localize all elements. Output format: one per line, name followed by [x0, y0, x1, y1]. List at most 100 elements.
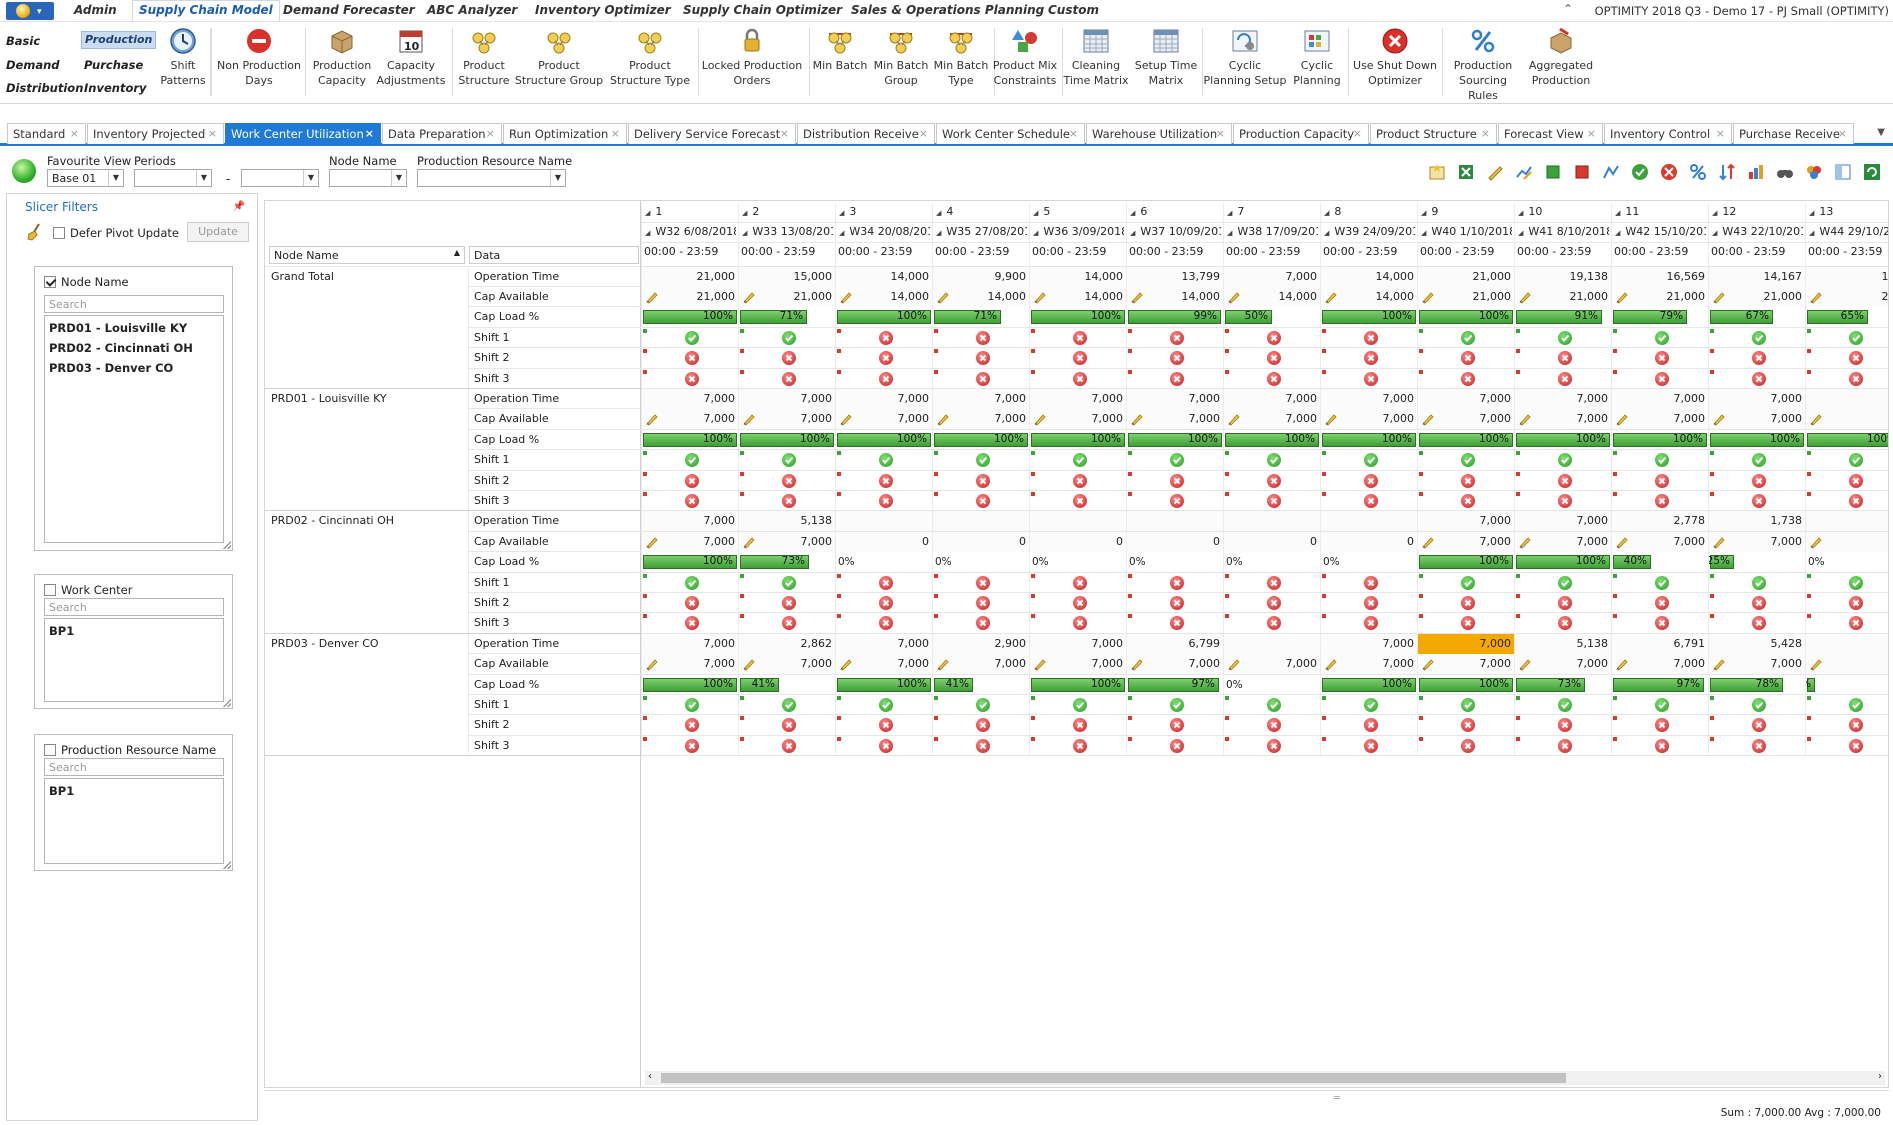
data-header[interactable]: Data	[469, 246, 639, 264]
tab-inventory-control[interactable]: Inventory Control ×	[1604, 123, 1732, 144]
excel-export-icon[interactable]	[1456, 162, 1476, 182]
edit-pencil-icon[interactable]	[1227, 412, 1241, 426]
cancel-circle-icon[interactable]	[1363, 330, 1378, 345]
cancel-circle-icon[interactable]	[684, 473, 699, 488]
ribbon-button-cleaning-time-matrix[interactable]: Cleaning Time Matrix	[1063, 26, 1129, 88]
shift-status-cell[interactable]	[642, 695, 738, 715]
check-circle-icon[interactable]	[1654, 330, 1669, 345]
cap-available-cell[interactable]: 7,000	[1127, 409, 1223, 430]
cancel-circle-icon[interactable]	[684, 595, 699, 610]
cap-load-cell[interactable]: 0%	[1030, 552, 1126, 572]
edit-pencil-icon[interactable]	[1227, 657, 1241, 671]
edit-pencil-icon[interactable]	[1033, 412, 1047, 426]
cap-load-cell[interactable]: 0%	[1321, 552, 1417, 572]
shift-status-cell[interactable]	[1127, 471, 1223, 491]
check-circle-icon[interactable]	[1460, 575, 1475, 590]
ribbon-nav-basic[interactable]: Basic	[6, 34, 40, 48]
cap-load-cell[interactable]: 9%	[1806, 675, 1888, 695]
shift-status-cell[interactable]	[1709, 348, 1805, 368]
shift-status-cell[interactable]	[933, 695, 1029, 715]
cancel-circle-icon[interactable]	[684, 718, 699, 733]
ribbon-button-shift-patterns[interactable]: Shift Patterns	[158, 26, 208, 88]
shift-status-cell[interactable]	[1709, 328, 1805, 348]
edit-pencil-icon[interactable]	[742, 290, 756, 304]
period-number-header[interactable]: ◢ 4	[936, 205, 1027, 221]
cancel-circle-icon[interactable]	[1460, 371, 1475, 386]
cancel-circle-icon[interactable]	[1557, 738, 1572, 753]
check-circle-icon[interactable]	[1557, 697, 1572, 712]
close-icon[interactable]: ×	[1353, 127, 1362, 140]
cap-load-cell[interactable]: 67%	[1709, 307, 1805, 327]
check-circle-icon[interactable]	[1266, 453, 1281, 468]
check-circle-icon[interactable]	[878, 453, 893, 468]
shift-status-cell[interactable]	[642, 736, 738, 756]
ribbon-button-cyclic-planning-setup[interactable]: Cyclic Planning Setup	[1203, 26, 1287, 88]
shift-status-cell[interactable]	[1127, 328, 1223, 348]
edit-pencil-icon[interactable]	[645, 290, 659, 304]
edit-pencil-icon[interactable]	[1809, 535, 1823, 549]
close-icon[interactable]: ×	[919, 127, 928, 140]
cap-load-cell[interactable]: 91%	[1515, 307, 1611, 327]
edit-chart-icon[interactable]	[1514, 162, 1534, 182]
cap-load-cell[interactable]: 0%	[1224, 675, 1320, 695]
shift-status-cell[interactable]	[1127, 613, 1223, 633]
menu-abc-analyzer[interactable]: ABC Analyzer	[427, 3, 517, 17]
shift-status-cell[interactable]	[1127, 715, 1223, 735]
cancel-circle-icon[interactable]	[1266, 575, 1281, 590]
operation-time-cell[interactable]: 7,	[1806, 388, 1888, 409]
resize-grip-icon[interactable]	[223, 861, 231, 869]
operation-time-cell[interactable]: 7,000	[642, 388, 738, 409]
cancel-circle-icon[interactable]	[781, 718, 796, 733]
period-number-header[interactable]: ◢ 6	[1130, 205, 1221, 221]
cancel-circle-icon[interactable]	[1654, 371, 1669, 386]
shift-status-cell[interactable]	[1515, 348, 1611, 368]
cap-load-cell[interactable]: 100%	[1515, 430, 1611, 450]
cancel-circle-icon[interactable]	[1557, 493, 1572, 508]
ribbon-button-production-capacity[interactable]: Production Capacity	[308, 26, 376, 88]
work-center-slicer-header[interactable]: Work Center	[44, 583, 132, 597]
operation-time-cell[interactable]: 9,900	[933, 266, 1029, 287]
cancel-circle-icon[interactable]	[1460, 493, 1475, 508]
shift-status-cell[interactable]	[1224, 471, 1320, 491]
shift-status-cell[interactable]	[739, 593, 835, 613]
operation-time-cell[interactable]: 7,000	[1030, 388, 1126, 409]
cap-available-cell[interactable]: 7,000	[1612, 531, 1708, 552]
cap-load-cell[interactable]: 100%	[1418, 430, 1514, 450]
shift-status-cell[interactable]	[836, 471, 932, 491]
cap-load-cell[interactable]: 0%	[1806, 552, 1888, 572]
cap-load-cell[interactable]: 100%	[1321, 430, 1417, 450]
shift-status-cell[interactable]	[1030, 613, 1126, 633]
shift-status-cell[interactable]	[642, 715, 738, 735]
check-circle-icon[interactable]	[1751, 453, 1766, 468]
cap-available-cell[interactable]: 7,000	[642, 409, 738, 430]
shift-status-cell[interactable]	[642, 593, 738, 613]
cap-available-cell[interactable]: 7,000	[1612, 654, 1708, 675]
cancel-circle-icon[interactable]	[1169, 473, 1184, 488]
shift-status-cell[interactable]	[1515, 491, 1611, 511]
cap-load-cell[interactable]: 100%	[1321, 675, 1417, 695]
edit-pencil-icon[interactable]	[1421, 412, 1435, 426]
cancel-circle-icon[interactable]	[1072, 616, 1087, 631]
row-group-label[interactable]: PRD01 - Louisville KY	[271, 392, 387, 405]
shift-status-cell[interactable]	[1030, 369, 1126, 389]
check-circle-icon[interactable]	[1751, 330, 1766, 345]
operation-time-cell[interactable]: 13,799	[1127, 266, 1223, 287]
cancel-circle-icon[interactable]	[781, 493, 796, 508]
cancel-circle-icon[interactable]	[1654, 493, 1669, 508]
cap-load-cell[interactable]: 100%	[642, 307, 738, 327]
shift-status-cell[interactable]	[1321, 593, 1417, 613]
edit-pencil-icon[interactable]	[1518, 290, 1532, 304]
cap-available-cell[interactable]: 21,000	[1612, 286, 1708, 307]
shift-status-cell[interactable]	[1127, 736, 1223, 756]
splitter-handle-icon[interactable]: ═	[1334, 1093, 1340, 1104]
shift-status-cell[interactable]	[1030, 328, 1126, 348]
cap-available-cell[interactable]: 7,000	[1515, 409, 1611, 430]
shift-status-cell[interactable]	[933, 328, 1029, 348]
operation-time-cell[interactable]: 7,000	[1515, 388, 1611, 409]
horizontal-scrollbar[interactable]: ‹ ›	[645, 1071, 1885, 1085]
shift-status-cell[interactable]	[1321, 450, 1417, 470]
defer-pivot-update-checkbox[interactable]: Defer Pivot Update	[53, 226, 179, 240]
favourite-view-select[interactable]: Base 01 ▼	[47, 169, 124, 187]
cap-load-cell[interactable]: 0%	[1127, 552, 1223, 572]
close-icon[interactable]: ×	[611, 127, 620, 140]
